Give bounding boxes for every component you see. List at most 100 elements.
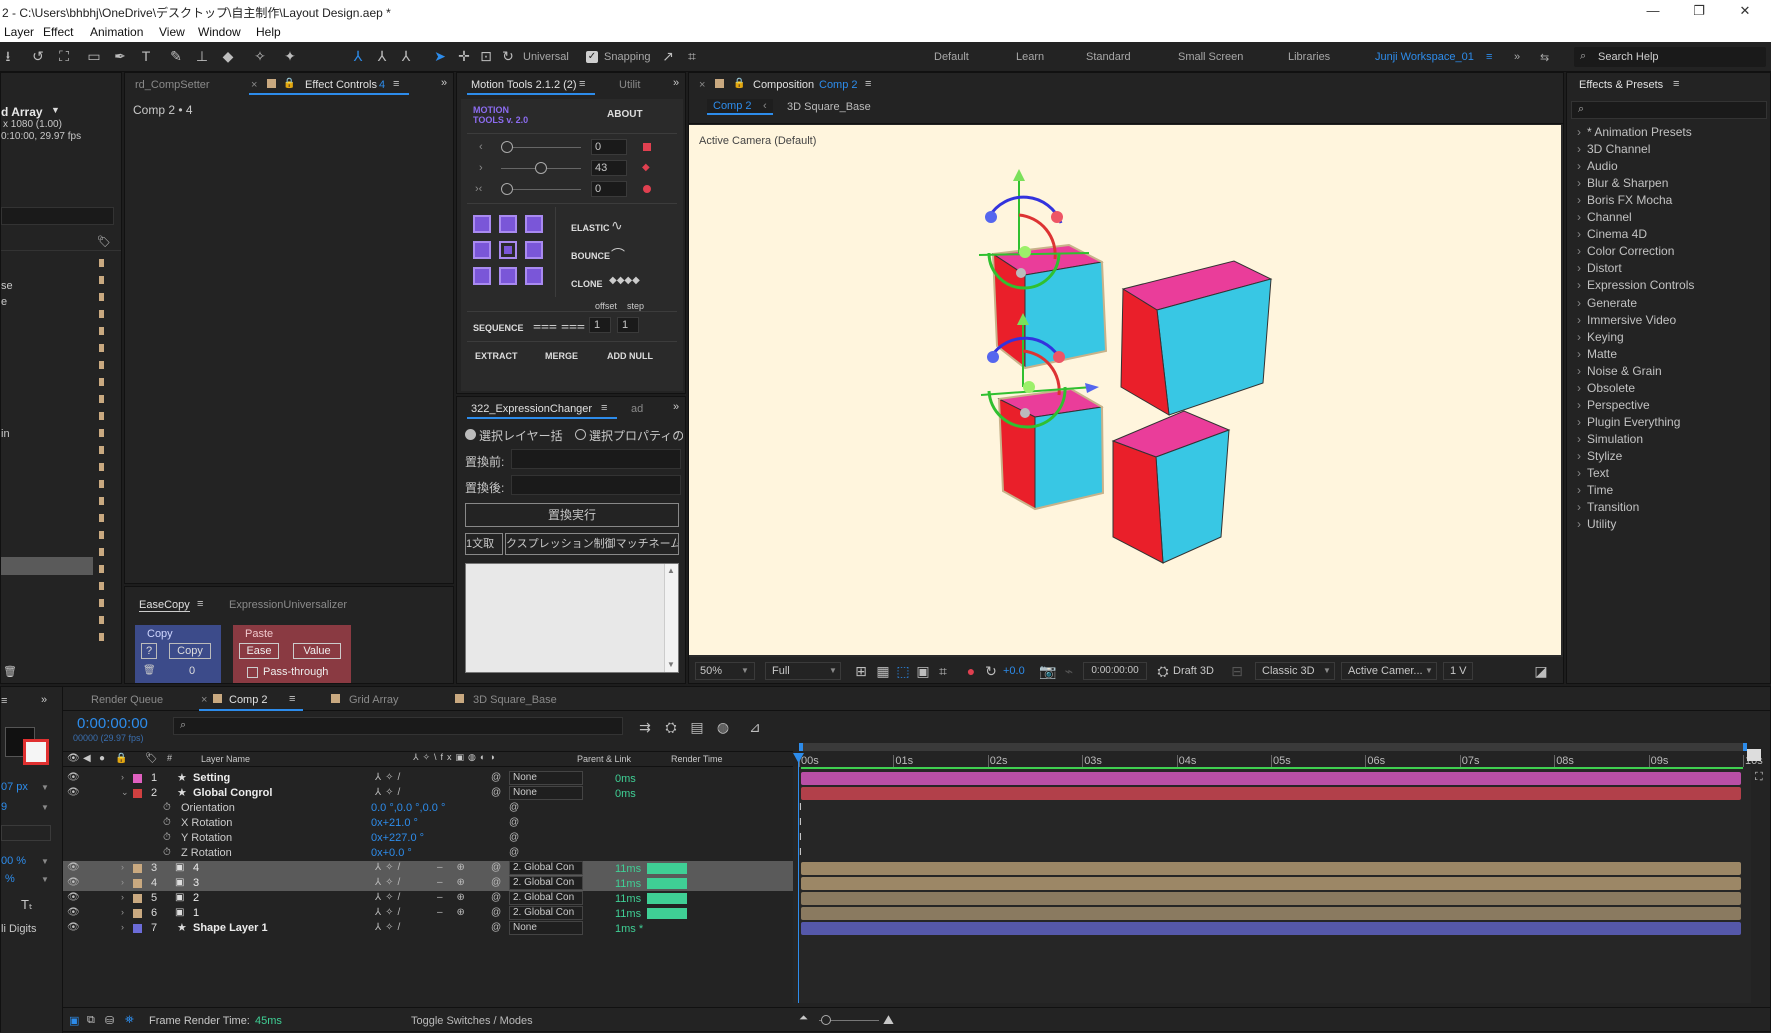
roi-icon[interactable]: ▣ <box>915 663 931 679</box>
rotate-tool-icon[interactable]: ↺ <box>30 48 46 64</box>
layer-switches[interactable]: ⅄✧/ <box>375 907 404 918</box>
expression-output-area[interactable]: ▲ ▼ <box>465 563 679 673</box>
viewer-timecode[interactable]: 0:00:00:00 <box>1083 662 1147 680</box>
layer-name[interactable]: Shape Layer 1 <box>193 922 268 934</box>
property-pickwhip-icon[interactable]: @ <box>509 817 519 828</box>
layer-switches[interactable]: ⅄✧/ <box>375 772 404 783</box>
effects-presets-title[interactable]: Effects & Presets <box>1579 79 1663 91</box>
layer-label-color[interactable] <box>133 789 142 798</box>
ease-both-value[interactable]: 0 <box>591 181 627 197</box>
layer-switches[interactable]: ⅄✧/ <box>375 922 404 933</box>
view-axis-icon[interactable]: ⅄ <box>398 48 414 64</box>
add-null-button[interactable]: ADD NULL <box>607 351 653 361</box>
effects-category[interactable]: › Boris FX Mocha <box>1577 193 1672 207</box>
effects-category[interactable]: › Text <box>1577 466 1609 480</box>
option-text-button[interactable]: 1文取 <box>465 533 503 555</box>
search-help-field[interactable]: ⌕ Search Help <box>1574 47 1766 67</box>
anchor-tc[interactable] <box>499 215 517 233</box>
expression-changer-menu-icon[interactable]: ≡ <box>601 402 607 414</box>
elastic-button[interactable]: ELASTIC <box>571 223 610 233</box>
comp-breadcrumb-active[interactable]: Comp 2 ‹ <box>707 99 773 115</box>
snapping-checkbox[interactable]: ✓ <box>586 51 598 63</box>
trash-icon[interactable]: 🗑 <box>3 665 17 678</box>
layer-track-bar[interactable] <box>801 862 1741 875</box>
brush-tool-icon[interactable]: ✎ <box>168 48 184 64</box>
draft-3d-icon[interactable]: ⛭ <box>1155 663 1171 679</box>
keyframe-nav-icon[interactable]: ⛶ <box>1755 771 1763 784</box>
layer-track-bar[interactable] <box>801 907 1741 920</box>
cubes-scene[interactable] <box>689 125 1561 655</box>
layer-row[interactable]: 👁 › 3 ▣ 4 ⅄✧/ –⊕ @2. Global Con 11ms <box>63 861 793 876</box>
scroll-up-icon[interactable]: ▲ <box>667 566 675 575</box>
before-input[interactable] <box>511 449 681 469</box>
copy-button[interactable]: Copy <box>169 643 211 659</box>
twirl-chevron-icon[interactable]: › <box>121 922 124 932</box>
layer-switches[interactable]: ⅄✧/ <box>375 787 404 798</box>
strip-overflow-icon[interactable]: » <box>41 694 47 706</box>
layer-row[interactable]: 👁 › 7 ★ Shape Layer 1 ⅄✧/ @ None 1ms * <box>63 921 793 936</box>
property-row[interactable]: ⏱ Z Rotation 0x+0.0 ° @ <box>63 846 793 861</box>
viewer-area[interactable]: Active Camera (Default) <box>689 125 1563 657</box>
effects-category[interactable]: › Perspective <box>1577 398 1650 412</box>
puppet-tool-icon[interactable]: ✦ <box>282 48 298 64</box>
property-pickwhip-icon[interactable]: @ <box>509 832 519 843</box>
layer-name[interactable]: 1 <box>193 907 199 919</box>
ease-in-slider-handle[interactable] <box>501 141 513 153</box>
twirl-chevron-icon[interactable]: › <box>121 892 124 902</box>
property-value[interactable]: 0x+227.0 ° <box>371 832 424 844</box>
clone-button[interactable]: CLONE <box>571 279 603 289</box>
breadcrumb-3d-square-base[interactable]: 3D Square_Base <box>787 101 871 113</box>
project-item-se[interactable]: se <box>1 280 13 292</box>
tab-easecopy[interactable]: EaseCopy <box>139 599 190 612</box>
property-value[interactable]: 0x+21.0 ° <box>371 817 418 829</box>
parent-dropdown[interactable]: None <box>509 786 583 800</box>
scroll-down-icon[interactable]: ▼ <box>667 660 675 669</box>
layer-row[interactable]: 👁 › 6 ▣ 1 ⅄✧/ –⊕ @2. Global Con 11ms <box>63 906 793 921</box>
layer-name[interactable]: Setting <box>193 772 230 784</box>
visibility-eye-icon[interactable]: 👁 <box>67 907 80 918</box>
work-area-bar[interactable] <box>799 743 1747 751</box>
anchor-mr[interactable] <box>525 241 543 259</box>
anchor-br[interactable] <box>525 267 543 285</box>
layer-label-color[interactable] <box>133 774 142 783</box>
roto-tool-icon[interactable]: ✧ <box>252 48 268 64</box>
panel-overflow-icon[interactable]: » <box>441 77 447 89</box>
layer-name[interactable]: 3 <box>193 877 199 889</box>
parent-dropdown[interactable]: None <box>509 921 583 935</box>
visibility-eye-icon[interactable]: 👁 <box>67 892 80 903</box>
motion-tools-menu-icon[interactable]: ≡ <box>579 78 585 90</box>
comp-canvas[interactable]: Active Camera (Default) <box>689 125 1561 655</box>
tab-expression-changer[interactable]: 322_ExpressionChanger <box>471 403 592 415</box>
about-button[interactable]: ABOUT <box>607 109 643 120</box>
layer-name-header[interactable]: Layer Name <box>201 754 250 764</box>
pen-tool-icon[interactable]: ✒ <box>112 48 128 64</box>
cube-lower-right[interactable] <box>1111 410 1231 564</box>
timeline-menu-icon[interactable]: ≡ <box>289 693 295 705</box>
workspace-junji[interactable]: Junji Workspace_01 <box>1375 51 1474 63</box>
effects-category[interactable]: › Keying <box>1577 330 1624 344</box>
parent-dropdown[interactable]: 2. Global Con <box>509 906 583 920</box>
project-selected-row[interactable] <box>1 557 93 575</box>
effects-search-input[interactable]: ⌕ <box>1571 101 1767 119</box>
layer-track-bar[interactable] <box>801 892 1741 905</box>
project-item-in[interactable]: in <box>1 428 10 440</box>
tab-motion-tools[interactable]: Motion Tools 2.1.2 (2) <box>471 79 577 91</box>
stamp-tool-icon[interactable]: ⊥ <box>194 48 210 64</box>
exposure-value[interactable]: +0.0 <box>1003 665 1025 677</box>
workspace-menu-icon[interactable]: ≡ <box>1486 51 1492 63</box>
tab-ad[interactable]: ad <box>631 403 643 415</box>
effects-menu-icon[interactable]: ≡ <box>1673 78 1679 90</box>
comp-flowchart-icon[interactable]: ⇉ <box>637 719 653 735</box>
rotate-3d-icon[interactable]: ↻ <box>500 48 516 64</box>
fast-preview-icon[interactable]: ⊞ <box>853 663 869 679</box>
layer-label-color[interactable] <box>133 894 142 903</box>
visibility-eye-icon[interactable]: 👁 <box>67 772 80 783</box>
panel-menu-icon[interactable]: ≡ <box>393 78 399 90</box>
tab-render-queue[interactable]: Render Queue <box>91 694 163 706</box>
layer-switches[interactable]: ⅄✧/ <box>375 892 404 903</box>
twirl-chevron-icon[interactable]: › <box>121 877 124 887</box>
transfer-controls-icon[interactable]: ⧉ <box>87 1014 95 1027</box>
pass-through-checkbox[interactable] <box>247 667 258 678</box>
layer-track-bar[interactable] <box>801 772 1741 785</box>
effects-category[interactable]: › 3D Channel <box>1577 142 1650 156</box>
